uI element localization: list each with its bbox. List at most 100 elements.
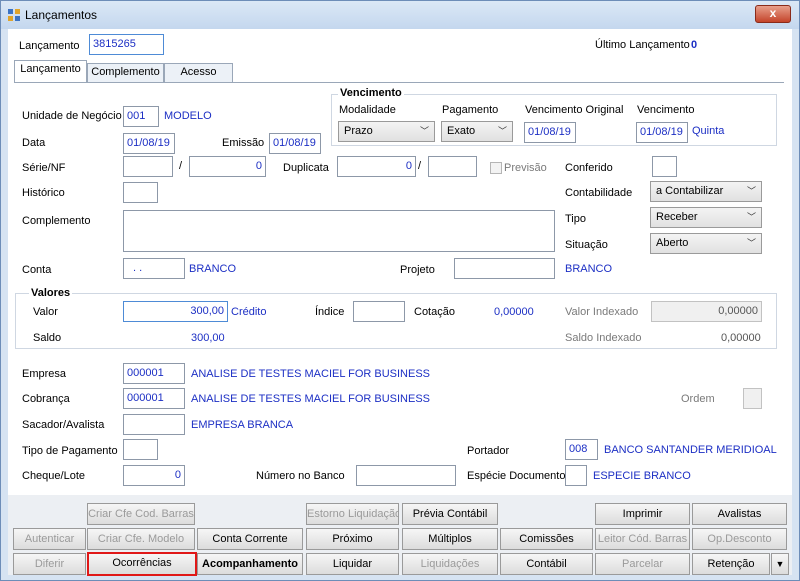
complemento-textarea[interactable]	[123, 210, 555, 252]
portador-name: BANCO SANTANDER MERIDIOAL	[604, 444, 777, 456]
tab-complemento[interactable]: Complemento	[87, 63, 164, 82]
ultimo-lancamento-value: 0	[691, 39, 698, 51]
projeto-input[interactable]	[454, 258, 555, 279]
unidade-code-input[interactable]: 001	[123, 106, 159, 127]
saldo-value: 300,00	[191, 332, 225, 344]
criar-cfe-modelo-button[interactable]: Criar Cfe. Modelo	[87, 528, 195, 550]
parcelar-button[interactable]: Parcelar	[595, 553, 690, 575]
data-label: Data	[22, 137, 46, 149]
historico-input[interactable]	[123, 182, 158, 203]
cobranca-code-input[interactable]: 000001	[123, 388, 185, 409]
chevron-down-icon: ﹀	[746, 238, 756, 248]
indice-input[interactable]	[353, 301, 405, 322]
duplicata-label: Duplicata	[283, 162, 329, 174]
data-input[interactable]: 01/08/19	[123, 133, 175, 154]
valor-input[interactable]: 300,00	[123, 301, 228, 322]
projeto-label: Projeto	[400, 264, 435, 276]
liquidacoes-button[interactable]: Liquidações	[402, 553, 498, 575]
comissoes-button[interactable]: Comissões	[500, 528, 593, 550]
lancamentos-window: Lançamentos x Lançamento 3815265 Último …	[0, 0, 800, 581]
contabil-button[interactable]: Contábil	[500, 553, 593, 575]
cotacao-value: 0,00000	[494, 306, 534, 318]
duplicata-part-input[interactable]	[428, 156, 477, 177]
sacador-input[interactable]	[123, 414, 185, 435]
complemento-label: Complemento	[22, 215, 91, 227]
close-button[interactable]: x	[755, 5, 791, 23]
serie-slash: /	[179, 160, 183, 172]
serie-input[interactable]	[123, 156, 173, 177]
previsao-checkbox[interactable]	[490, 162, 502, 174]
conta-input[interactable]: . .	[123, 258, 185, 279]
modalidade-select[interactable]: Prazo ﹀	[338, 121, 435, 142]
tab-divider	[14, 82, 784, 83]
lancamento-label: Lançamento	[19, 40, 80, 52]
avalistas-button[interactable]: Avalistas	[692, 503, 787, 525]
estorno-liquidacao-button[interactable]: Estorno Liquidação	[306, 503, 399, 525]
saldo-label: Saldo	[33, 332, 62, 344]
serie-label: Série/NF	[22, 162, 66, 174]
unidade-name: MODELO	[164, 110, 212, 122]
retencao-button[interactable]: Retenção	[692, 553, 770, 575]
venc-original-input[interactable]: 01/08/19	[524, 122, 576, 143]
leitor-cod-barras-button[interactable]: Leitor Cód. Barras	[595, 528, 690, 550]
autenticar-button[interactable]: Autenticar	[13, 528, 86, 550]
tipo-select[interactable]: Receber ﹀	[650, 207, 762, 228]
nf-number-input[interactable]: 0	[189, 156, 266, 177]
historico-label: Histórico	[22, 187, 65, 199]
chevron-down-icon: ﹀	[746, 212, 756, 222]
app-icon	[8, 9, 20, 21]
pagamento-label: Pagamento	[442, 104, 499, 116]
valores-title: Valores	[29, 287, 73, 299]
op-desconto-button[interactable]: Op.Desconto	[692, 528, 787, 550]
duplicata-slash: /	[418, 160, 422, 172]
chevron-down-icon: ﹀	[497, 126, 507, 136]
tipo-pagamento-input[interactable]	[123, 439, 158, 460]
proximo-button[interactable]: Próximo	[306, 528, 399, 550]
close-icon: x	[769, 6, 777, 20]
criar-cfe-barras-button[interactable]: Criar Cfe Cod. Barras	[87, 503, 195, 525]
cheque-input[interactable]: 0	[123, 465, 185, 486]
empresa-code-input[interactable]: 000001	[123, 363, 185, 384]
contabilidade-label: Contabilidade	[565, 187, 633, 199]
multiplos-button[interactable]: Múltiplos	[402, 528, 498, 550]
especie-input[interactable]	[565, 465, 587, 486]
duplicata-input[interactable]: 0	[337, 156, 416, 177]
cobranca-label: Cobrança	[22, 393, 70, 405]
conferido-label: Conferido	[565, 162, 613, 174]
saldo-indexado-label: Saldo Indexado	[565, 332, 642, 344]
ordem-input[interactable]	[743, 388, 762, 409]
valor-tipo: Crédito	[231, 306, 267, 318]
portador-label: Portador	[467, 445, 510, 457]
tab-acesso[interactable]: Acesso	[164, 63, 233, 82]
portador-code-input[interactable]: 008	[565, 439, 598, 460]
previa-contabil-button[interactable]: Prévia Contábil	[402, 503, 498, 525]
more-dropdown-icon[interactable]: ▼	[771, 553, 789, 575]
conta-corrente-button[interactable]: Conta Corrente	[197, 528, 303, 550]
imprimir-button[interactable]: Imprimir	[595, 503, 690, 525]
empresa-name: ANALISE DE TESTES MACIEL FOR BUSINESS	[191, 368, 431, 380]
contabilidade-select[interactable]: a Contabilizar ﹀	[650, 181, 762, 202]
conferido-input[interactable]	[652, 156, 677, 177]
modalidade-label: Modalidade	[339, 104, 396, 116]
vencimento-title: Vencimento	[338, 87, 404, 99]
emissao-input[interactable]: 01/08/19	[269, 133, 321, 154]
diferir-button[interactable]: Diferir	[13, 553, 86, 575]
ocorrencias-button[interactable]: Ocorrências	[87, 552, 197, 576]
acompanhamento-button[interactable]: Acompanhamento	[197, 553, 303, 575]
client-area: Lançamento 3815265 Último Lançamento 0 L…	[8, 29, 792, 576]
situacao-select[interactable]: Aberto ﹀	[650, 233, 762, 254]
valor-indexado-input[interactable]: 0,00000	[651, 301, 762, 322]
tab-lancamento[interactable]: Lançamento	[14, 60, 87, 83]
chevron-down-icon: ﹀	[419, 126, 429, 136]
especie-name: ESPECIE BRANCO	[593, 470, 691, 482]
cotacao-label: Cotação	[414, 306, 455, 318]
title-bar: Lançamentos x	[1, 1, 799, 29]
saldo-indexado-value: 0,00000	[721, 332, 761, 344]
lancamento-input[interactable]: 3815265	[89, 34, 164, 55]
vencimento-input[interactable]: 01/08/19	[636, 122, 688, 143]
ordem-label: Ordem	[681, 393, 715, 405]
liquidar-button[interactable]: Liquidar	[306, 553, 399, 575]
numero-banco-input[interactable]	[356, 465, 456, 486]
ultimo-lancamento-label: Último Lançamento	[595, 39, 690, 51]
pagamento-select[interactable]: Exato ﹀	[441, 121, 513, 142]
